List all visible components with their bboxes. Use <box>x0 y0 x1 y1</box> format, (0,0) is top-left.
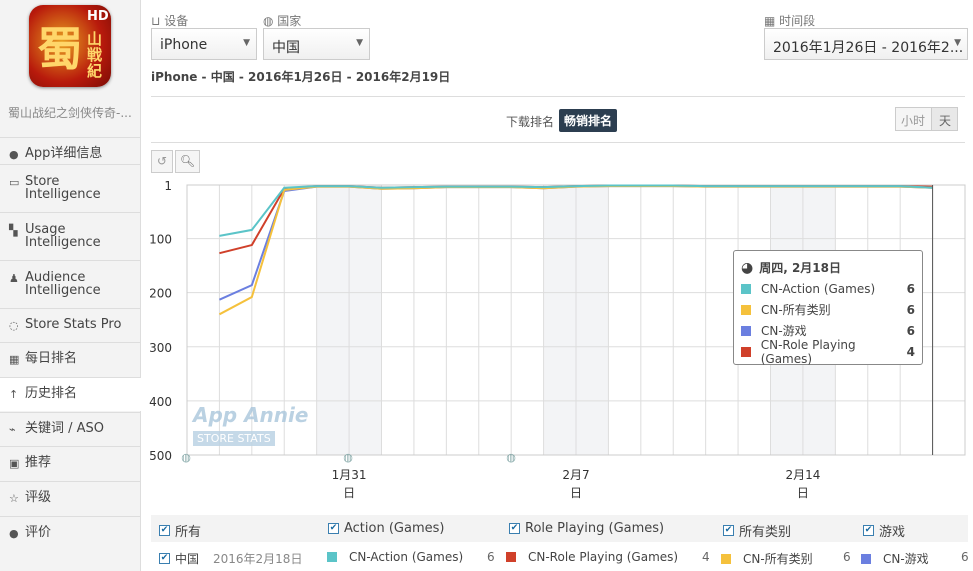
detail-series: CN-所有类别 <box>721 550 813 567</box>
y-tick-label: 100 <box>149 233 172 247</box>
x-tick-sub: 日 <box>343 486 355 500</box>
y-tick-label: 300 <box>149 341 172 355</box>
legend-filter-checkbox[interactable]: ✔ 所有类别 <box>723 521 791 540</box>
detail-series-name: CN-游戏 <box>883 552 929 566</box>
legend-label: 所有 <box>175 525 202 540</box>
detail-series-name: CN-所有类别 <box>743 552 813 566</box>
x-tick-label: 2月7 <box>562 468 589 482</box>
tooltip-title: 周四, 2月18日 <box>759 261 842 275</box>
y-tick-label: 400 <box>149 395 172 409</box>
detail-series-name: CN-Action (Games) <box>349 550 464 564</box>
detail-date: 2016年2月18日 <box>213 552 303 566</box>
tooltip-row: CN-Role Playing (Games) 4 <box>741 338 915 366</box>
tooltip-series-name: CN-游戏 <box>761 324 807 338</box>
detail-series-value: 6 <box>961 550 969 564</box>
chart-tooltip: ◕ 周四, 2月18日 CN-Action (Games) 6 CN-所有类别 6 CN-… <box>733 250 923 366</box>
detail-series-name: CN-Role Playing (Games) <box>528 550 679 564</box>
tooltip-value: 6 <box>906 302 915 317</box>
detail-series-value: 6 <box>487 550 495 564</box>
checkbox-icon: ✔ <box>509 523 520 534</box>
legend-filter-checkbox[interactable]: ✔ 所有 <box>159 521 201 540</box>
legend-filter-checkbox[interactable]: ✔ Role Playing (Games) <box>509 521 664 536</box>
sidebar-item-label: 评价 <box>25 525 52 540</box>
country-name: 中国 <box>175 552 200 566</box>
checkbox-icon: ✔ <box>159 525 170 536</box>
tooltip-series-name: CN-所有类别 <box>761 303 831 317</box>
x-tick-sub: 日 <box>797 486 809 500</box>
detail-row: ✔ 中国 2016年2月18日 CN-Action (Games) 6 CN-Role P… <box>151 543 969 571</box>
series-swatch <box>506 552 516 562</box>
checkbox-icon: ✔ <box>863 525 874 536</box>
detail-series-value: 4 <box>702 550 710 564</box>
tooltip-row: CN-Action (Games) 6 <box>741 278 915 299</box>
sidebar-item-10[interactable]: ● 评价 <box>0 516 141 550</box>
legend-filter-checkbox[interactable]: ✔ Action (Games) <box>328 521 444 536</box>
legend-filter-checkbox[interactable]: ✔ 游戏 <box>863 521 905 540</box>
y-tick-label: 500 <box>149 449 172 463</box>
checkbox-icon: ✔ <box>159 553 170 564</box>
note-marker-icon: ◍ <box>343 451 353 464</box>
series-swatch <box>741 325 751 336</box>
series-swatch <box>861 553 871 564</box>
tooltip-value: 6 <box>906 281 915 296</box>
country-checkbox[interactable]: ✔ 中国 <box>159 550 199 567</box>
legend-label: 游戏 <box>879 525 906 540</box>
detail-series: CN-Role Playing (Games) <box>506 550 678 564</box>
x-tick-label: 2月14 <box>785 468 820 482</box>
comment-icon: ● <box>9 527 19 540</box>
tooltip-value: 4 <box>906 344 915 359</box>
y-tick-label: 200 <box>149 287 172 301</box>
note-marker-icon: ◍ <box>181 451 191 464</box>
detail-series-value: 6 <box>843 550 851 564</box>
series-swatch <box>741 304 751 315</box>
series-swatch <box>741 283 751 294</box>
globe-icon: ◕ <box>741 259 754 276</box>
tooltip-row: CN-所有类别 6 <box>741 299 915 320</box>
legend-label: Role Playing (Games) <box>525 521 665 536</box>
tooltip-value: 6 <box>906 323 915 338</box>
watermark: App Annie <box>193 403 309 427</box>
legend-label: Action (Games) <box>344 521 445 536</box>
series-legend: ✔ 所有 ✔ Action (Games) ✔ Role Playing (Games) ✔… <box>151 515 968 542</box>
detail-series: CN-游戏 <box>861 550 929 567</box>
checkbox-icon: ✔ <box>723 525 734 536</box>
series-swatch <box>721 553 731 564</box>
tooltip-series-name: CN-Action (Games) <box>761 281 876 296</box>
x-tick-label: 1月31 <box>332 468 367 482</box>
watermark-sub: STORE STATS <box>193 431 275 446</box>
series-swatch <box>741 346 751 357</box>
x-tick-sub: 日 <box>570 486 582 500</box>
tooltip-series-name: CN-Role Playing (Games) <box>760 337 856 366</box>
detail-series: CN-Action (Games) <box>327 550 463 564</box>
note-marker-icon: ◍ <box>506 451 516 464</box>
legend-label: 所有类别 <box>739 525 792 540</box>
checkbox-icon: ✔ <box>328 523 339 534</box>
y-tick-label: 1 <box>164 179 172 193</box>
series-swatch <box>327 552 337 562</box>
